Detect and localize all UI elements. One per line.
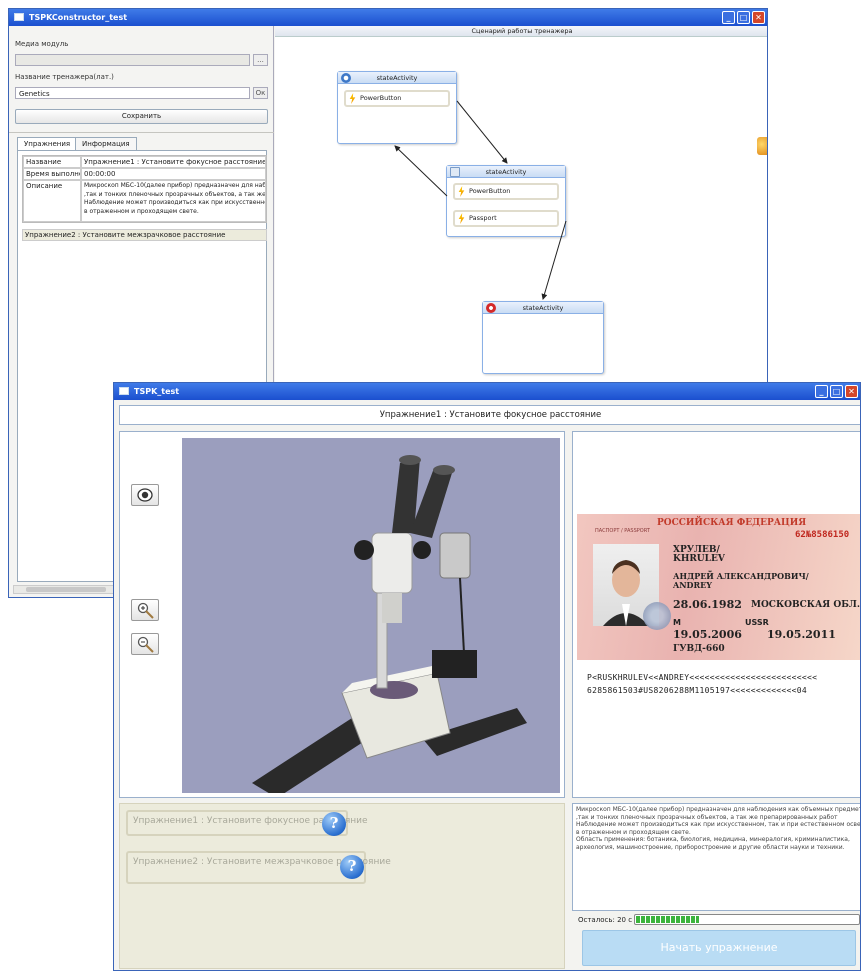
media-field[interactable]: [15, 54, 250, 66]
name-value[interactable]: Упражнение1 : Установите фокусное рассто…: [81, 156, 266, 168]
minimize-icon[interactable]: _: [722, 11, 735, 24]
timer-progress-fill: [636, 916, 699, 923]
description-line: Микроскоп МБС-10(далее прибор) предназна…: [84, 182, 266, 189]
passport-mrz: P<RUSKHRULEV<<ANDREY<<<<<<<<<<<<<<<<<<<<…: [587, 671, 860, 697]
transition-arrow: [456, 100, 508, 164]
description-line: ,так и тонких пленочных прозрачных объек…: [84, 190, 266, 198]
window-title: TSPK_test: [134, 387, 180, 396]
zoom-out-button[interactable]: [131, 633, 159, 655]
description-line: ,так и тонких пленочных прозрачных объек…: [576, 813, 838, 821]
passport-header: ПАСПОРТ / PASSPORT: [595, 528, 650, 534]
passport-birth-date: 28.06.1982: [673, 598, 742, 611]
eye-icon: [137, 488, 153, 502]
window-title: TSPKConstructor_test: [29, 13, 128, 22]
microscope-3d-view[interactable]: [182, 438, 560, 798]
eye-view-button[interactable]: [131, 484, 159, 506]
ok-button[interactable]: Ок: [253, 87, 268, 99]
close-icon[interactable]: ✕: [845, 385, 858, 398]
description-line: Наблюдение может производиться как при и…: [84, 199, 266, 206]
document-panel: РОССИЙСКАЯ ФЕДЕРАЦИЯ ПАСПОРТ / PASSPORT …: [572, 431, 860, 798]
passport-given-name: АНДРЕЙ АЛЕКСАНДРОВИЧ/ ANDREY: [673, 571, 809, 590]
tab-exercises[interactable]: Упражнения: [17, 137, 78, 150]
app-icon: [14, 13, 24, 21]
tab-information[interactable]: Информация: [75, 137, 137, 150]
side-handle-icon[interactable]: [757, 137, 767, 155]
zoom-in-button[interactable]: [131, 599, 159, 621]
transition-arrows: [394, 100, 567, 300]
exercise-header: Упражнение1 : Установите фокусное рассто…: [119, 405, 860, 425]
mrz-line-2: 6285861503#US8206288M1105197<<<<<<<<<<<<…: [587, 686, 808, 695]
description-line: Наблюдение может производиться как при и…: [576, 821, 861, 828]
description-line: археология, машиностроение, приборострое…: [576, 843, 845, 851]
trainer-titlebar[interactable]: TSPK_test _ □ ✕: [114, 383, 860, 400]
help-icon[interactable]: ?: [340, 855, 364, 879]
exercise2-row[interactable]: Упражнение2 : Установите межзрачковое ра…: [22, 229, 267, 241]
passport-issue-date: 19.05.2006: [673, 628, 742, 641]
name-key: Название: [23, 156, 81, 168]
passport-number: 62№8586150: [795, 530, 850, 540]
exercise-list-panel: Упражнение1 : Установите фокусное рассто…: [119, 803, 565, 969]
viewport-panel: [119, 431, 565, 798]
transition-arrow: [394, 145, 448, 197]
trainer-window: TSPK_test _ □ ✕ Упражнение1 : Установите…: [113, 382, 861, 971]
maximize-icon[interactable]: □: [830, 385, 843, 398]
passport-expiry-date: 19.05.2011: [767, 628, 836, 641]
timer-unit: с: [628, 916, 633, 924]
trainer-name-field[interactable]: Genetics: [15, 87, 250, 99]
save-button[interactable]: Сохранить: [15, 109, 268, 124]
exercise-list-item[interactable]: Упражнение2 : Установите межзрачковое ра…: [126, 851, 391, 884]
passport-authority: ГУВД-660: [673, 644, 725, 654]
trainer-name-label: Название тренажера(лат.): [15, 73, 114, 81]
timer-value: 20: [617, 916, 626, 924]
passport-ussr: USSR: [745, 618, 769, 627]
start-exercise-button[interactable]: Начать упражнение: [582, 930, 856, 966]
microscope-model: [252, 455, 527, 798]
description-line: в отраженном и проходящем свете.: [84, 207, 199, 215]
close-icon[interactable]: ✕: [752, 11, 765, 24]
exercise1-editor: Название Упражнение1 : Установите фокусн…: [22, 155, 267, 223]
passport-image[interactable]: РОССИЙСКАЯ ФЕДЕРАЦИЯ ПАСПОРТ / PASSPORT …: [577, 514, 860, 660]
description-line: в отраженном и проходящем свете.: [576, 828, 691, 836]
transition-arrow: [541, 220, 567, 300]
description-value[interactable]: Микроскоп МБС-10(далее прибор) предназна…: [81, 180, 266, 222]
description-key: Описание: [23, 180, 81, 222]
mrz-line-1: P<RUSKHRULEV<<ANDREY<<<<<<<<<<<<<<<<<<<<…: [587, 673, 818, 682]
timer-label: Осталось: 20 с: [578, 916, 633, 924]
passport-sex: M: [673, 618, 681, 627]
constructor-titlebar[interactable]: TSPKConstructor_test _ □ ✕: [9, 9, 767, 26]
passport-surname: ХРУЛЕВ/ KHRULEV: [673, 545, 725, 564]
minimize-icon[interactable]: _: [815, 385, 828, 398]
passport-country: РОССИЙСКАЯ ФЕДЕРАЦИЯ: [657, 518, 807, 528]
app-icon: [119, 387, 129, 395]
exercise-list-item[interactable]: Упражнение1 : Установите фокусное рассто…: [126, 810, 368, 836]
browse-button[interactable]: ...: [253, 54, 268, 66]
passport-seal: [643, 602, 671, 630]
description-line: Микроскоп МБС-10(далее прибор) предназна…: [576, 806, 861, 813]
zoom-out-icon: [137, 636, 154, 653]
maximize-icon[interactable]: □: [737, 11, 750, 24]
description-panel: Микроскоп МБС-10(далее прибор) предназна…: [572, 803, 861, 911]
description-line: Область применения: ботаника, биология, …: [576, 836, 850, 843]
timer-progress-bar: [634, 914, 860, 925]
zoom-in-icon: [137, 602, 154, 619]
help-icon[interactable]: ?: [322, 812, 346, 836]
time-value[interactable]: 00:00:00: [81, 168, 266, 180]
time-key: Время выполнения: [23, 168, 81, 180]
passport-birth-place: МОСКОВСКАЯ ОБЛ.: [751, 600, 860, 610]
media-label: Медиа модуль: [15, 40, 69, 48]
